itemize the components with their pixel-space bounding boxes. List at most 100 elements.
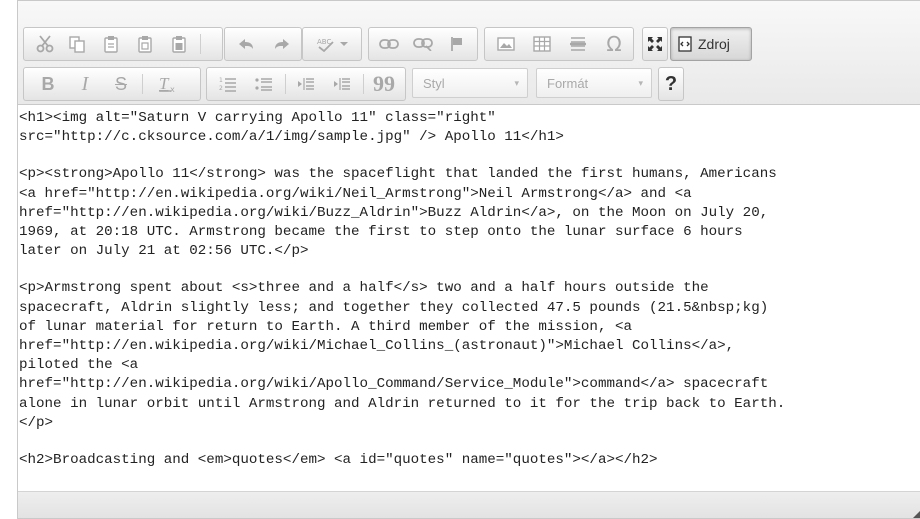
blockquote-icon: 99 xyxy=(373,71,395,96)
italic-icon: I xyxy=(81,73,89,95)
paste-word-icon xyxy=(172,36,186,53)
remove-format-icon: T x xyxy=(159,75,175,93)
undo-group xyxy=(224,27,302,61)
anchor-button[interactable] xyxy=(441,29,473,59)
rich-text-editor: ABC Ω Zdroj B I S T x 1 2 99 Styl ▾ Form… xyxy=(17,0,920,519)
image-icon xyxy=(497,37,515,51)
source-line: href="http://en.wikipedia.org/wiki/Micha… xyxy=(19,338,735,355)
editor-bottom-bar xyxy=(18,491,920,518)
link-icon xyxy=(379,39,399,49)
source-line: <h2>Broadcasting and <em>quotes</em> <a … xyxy=(19,452,658,469)
strikethrough-icon: S xyxy=(114,74,127,94)
style-combo-label: Styl xyxy=(423,75,445,91)
insert-group: Ω xyxy=(484,27,634,61)
spellcheck-icon: ABC xyxy=(317,38,348,52)
omega-icon: Ω xyxy=(606,32,622,56)
table-icon xyxy=(533,36,551,52)
italic-button[interactable]: I xyxy=(68,69,102,99)
toolbar-separator xyxy=(363,74,364,94)
editor-toolbar: ABC Ω Zdroj B I S T x 1 2 99 Styl ▾ Form… xyxy=(18,1,920,105)
link-button[interactable] xyxy=(373,29,405,59)
numbered-list-icon: 1 2 xyxy=(219,77,236,92)
toolbar-separator xyxy=(200,34,201,54)
chevron-down-icon: ▾ xyxy=(514,77,519,88)
paragraph-group: 1 2 99 xyxy=(206,67,406,101)
paste-text-button[interactable] xyxy=(130,29,160,59)
strikethrough-button[interactable]: S xyxy=(104,69,138,99)
source-line: alone in lunar orbit until Armstrong and… xyxy=(19,395,786,412)
paste-button[interactable] xyxy=(96,29,126,59)
chevron-down-icon: ▾ xyxy=(638,77,643,88)
help-icon: ? xyxy=(664,72,678,95)
cut-button[interactable] xyxy=(30,29,60,59)
undo-button[interactable] xyxy=(229,29,263,59)
source-button-label: Zdroj xyxy=(698,36,730,52)
style-combo[interactable]: Styl ▾ xyxy=(412,68,528,98)
bold-icon: B xyxy=(41,74,55,94)
source-line: of lunar material for return to Earth. A… xyxy=(19,318,632,335)
bulleted-list-button[interactable] xyxy=(247,69,281,99)
horizontal-line-button[interactable] xyxy=(561,29,595,59)
copy-button[interactable] xyxy=(62,29,92,59)
toolbar-separator xyxy=(285,74,286,94)
scissors-icon xyxy=(36,35,54,53)
source-line: href="http://en.wikipedia.org/wiki/Buzz_… xyxy=(19,204,769,221)
remove-format-button[interactable]: T x xyxy=(148,69,188,99)
maximize-icon xyxy=(648,37,662,51)
source-paragraph: <h1><img alt="Saturn V carrying Apollo 1… xyxy=(19,109,920,147)
source-line: spacecraft, Aldrin slightly less; and to… xyxy=(19,299,769,316)
source-line: </p> xyxy=(19,414,54,431)
outdent-button[interactable] xyxy=(289,69,323,99)
spellcheck-button[interactable]: ABC xyxy=(309,29,357,59)
links-group xyxy=(368,27,478,61)
help-button[interactable]: ? xyxy=(658,67,684,101)
copy-icon xyxy=(69,36,85,53)
redo-button[interactable] xyxy=(265,29,299,59)
toolbar-separator xyxy=(142,74,143,94)
paste-word-button[interactable] xyxy=(164,29,194,59)
clipboard-group xyxy=(23,27,223,61)
source-line: src="http://c.cksource.com/a/1/img/sampl… xyxy=(19,129,564,146)
indent-icon xyxy=(334,78,350,90)
flag-icon xyxy=(451,37,462,51)
source-paragraph: <p><strong>Apollo 11</strong> was the sp… xyxy=(19,165,920,261)
bulleted-list-icon xyxy=(255,78,272,91)
outdent-icon xyxy=(298,78,314,90)
table-button[interactable] xyxy=(525,29,559,59)
source-document-icon xyxy=(678,36,692,52)
image-button[interactable] xyxy=(489,29,523,59)
redo-arrow-icon xyxy=(275,39,289,49)
source-line: <h1><img alt="Saturn V carrying Apollo 1… xyxy=(19,110,496,126)
indent-button[interactable] xyxy=(325,69,359,99)
maximize-button[interactable] xyxy=(642,27,668,61)
maximize-icon-wrapper xyxy=(643,29,667,59)
undo-arrow-icon xyxy=(239,39,253,49)
unlink-icon xyxy=(413,38,433,51)
bold-button[interactable]: B xyxy=(30,69,66,99)
numbered-list-button[interactable]: 1 2 xyxy=(211,69,245,99)
format-combo[interactable]: Formát ▾ xyxy=(536,68,652,98)
blockquote-button[interactable]: 99 xyxy=(367,69,401,99)
source-line: <a href="http://en.wikipedia.org/wiki/Ne… xyxy=(19,185,692,202)
source-line: <p>Armstrong spent about <s>three and a … xyxy=(19,280,709,297)
source-paragraph: <p>Armstrong spent about <s>three and a … xyxy=(19,279,920,433)
source-line: 1969, at 20:18 UTC. Armstrong became the… xyxy=(19,224,743,241)
format-combo-label: Formát xyxy=(547,75,589,91)
svg-text:2: 2 xyxy=(219,85,223,92)
special-char-button[interactable]: Ω xyxy=(597,29,631,59)
source-line: piloted the <a xyxy=(19,357,139,374)
source-paragraph: <h2>Broadcasting and <em>quotes</em> <a … xyxy=(19,451,920,470)
source-button[interactable]: Zdroj xyxy=(670,27,752,61)
spellcheck-group: ABC xyxy=(302,27,362,61)
source-textarea[interactable]: <h1><img alt="Saturn V carrying Apollo 1… xyxy=(19,105,920,490)
unlink-button[interactable] xyxy=(407,29,439,59)
undo-button[interactable] xyxy=(204,29,224,59)
svg-text:1: 1 xyxy=(219,77,223,84)
source-line: href="http://en.wikipedia.org/wiki/Apoll… xyxy=(19,376,769,393)
source-line: <p><strong>Apollo 11</strong> was the sp… xyxy=(19,166,777,183)
horizontal-line-icon xyxy=(570,37,586,51)
basic-styles-group: B I S T x xyxy=(23,67,201,101)
svg-text:x: x xyxy=(170,85,175,93)
resize-handle-icon[interactable] xyxy=(913,510,920,518)
source-line: later on July 21 at 02:56 UTC.</p> xyxy=(19,243,309,260)
